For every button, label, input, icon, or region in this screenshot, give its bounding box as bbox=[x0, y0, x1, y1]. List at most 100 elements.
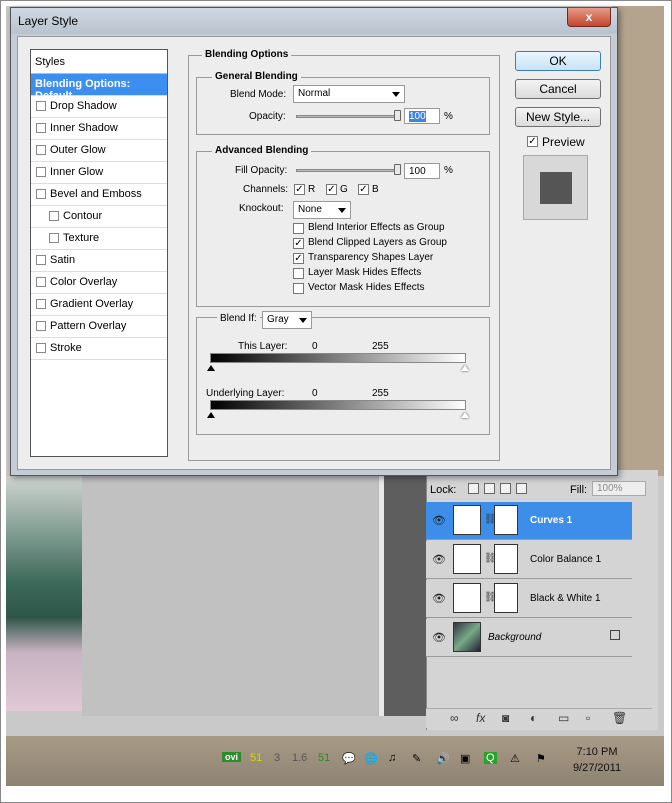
fx-icon[interactable]: fx bbox=[476, 711, 485, 725]
opacity-slider-knob[interactable] bbox=[394, 110, 401, 121]
styles-header[interactable]: Styles bbox=[31, 50, 167, 74]
style-checkbox[interactable] bbox=[36, 277, 46, 287]
layer-row[interactable]: 👁 Background bbox=[426, 619, 632, 657]
underlying-white-slider[interactable] bbox=[461, 412, 469, 418]
mask-icon[interactable]: ◙ bbox=[502, 711, 509, 725]
style-checkbox[interactable] bbox=[36, 299, 46, 309]
style-checkbox[interactable] bbox=[36, 145, 46, 155]
opacity-field[interactable]: 100 bbox=[404, 108, 440, 124]
this-layer-white-slider[interactable] bbox=[461, 365, 469, 371]
fill-opacity-field[interactable]: 100 bbox=[404, 163, 440, 179]
tools-icon[interactable]: ✎ bbox=[412, 752, 421, 765]
cancel-button[interactable]: Cancel bbox=[515, 79, 601, 99]
style-item[interactable]: Blending Options: Default bbox=[31, 74, 167, 102]
blend-if-select[interactable]: Gray bbox=[262, 311, 312, 329]
eye-icon[interactable]: 👁 bbox=[432, 553, 446, 566]
flag-icon[interactable]: ⚑ bbox=[536, 752, 546, 765]
knockout-select[interactable]: None bbox=[293, 201, 351, 219]
volume-icon[interactable]: 🔊 bbox=[436, 752, 450, 765]
style-item[interactable]: Gradient Overlay bbox=[31, 294, 167, 316]
dialog-titlebar[interactable]: Layer Style x bbox=[11, 8, 617, 34]
layer-row[interactable]: 👁 ⛓ Curves 1 bbox=[426, 502, 632, 540]
security-icon[interactable]: ⚠ bbox=[510, 752, 520, 765]
trash-icon[interactable]: 🗑 bbox=[612, 711, 627, 725]
style-item[interactable]: Pattern Overlay bbox=[31, 316, 167, 338]
device-icon[interactable]: ▣ bbox=[460, 752, 470, 765]
adjustment-icon[interactable]: ◐ bbox=[530, 711, 537, 725]
eye-icon[interactable]: 👁 bbox=[432, 514, 446, 527]
style-item[interactable]: Drop Shadow bbox=[31, 96, 167, 118]
layer-thumbnail[interactable] bbox=[453, 622, 481, 652]
blend-if-value: Gray bbox=[267, 314, 289, 325]
style-item[interactable]: Inner Glow bbox=[31, 162, 167, 184]
layer-row[interactable]: 👁 ⛓ Color Balance 1 bbox=[426, 541, 632, 579]
underlying-black-slider[interactable] bbox=[207, 412, 215, 418]
lock-transparent-icon[interactable] bbox=[468, 483, 479, 494]
this-layer-black-slider[interactable] bbox=[207, 365, 215, 371]
lock-all-icon[interactable] bbox=[516, 483, 527, 494]
channel-checkbox[interactable]: ✓ bbox=[294, 184, 305, 195]
style-checkbox[interactable] bbox=[36, 189, 46, 199]
blend-mode-select[interactable]: Normal bbox=[293, 85, 405, 103]
network-icon[interactable]: 🌐 bbox=[364, 752, 378, 765]
underlying-layer-low: 0 bbox=[312, 388, 318, 399]
advanced-option-checkbox[interactable] bbox=[293, 283, 304, 294]
preview-checkbox[interactable]: ✓ bbox=[527, 136, 538, 147]
style-checkbox[interactable] bbox=[49, 211, 59, 221]
layer-thumbnail[interactable] bbox=[453, 583, 481, 613]
layer-row[interactable]: 👁 ⛓ Black & White 1 bbox=[426, 580, 632, 618]
style-checkbox[interactable] bbox=[36, 321, 46, 331]
advanced-option-checkbox[interactable]: ✓ bbox=[293, 238, 304, 249]
lock-image-icon[interactable] bbox=[484, 483, 495, 494]
chat-icon[interactable]: 💬 bbox=[342, 752, 356, 765]
style-checkbox[interactable] bbox=[49, 233, 59, 243]
q-icon[interactable]: Q bbox=[484, 752, 497, 764]
link-icon[interactable]: ∞ bbox=[450, 711, 459, 725]
channel-checkbox[interactable]: ✓ bbox=[326, 184, 337, 195]
layer-name: Curves 1 bbox=[530, 515, 573, 526]
ok-button[interactable]: OK bbox=[515, 51, 601, 71]
advanced-option-checkbox[interactable] bbox=[293, 268, 304, 279]
layer-mask-thumbnail[interactable] bbox=[494, 583, 518, 613]
fill-opacity-slider[interactable] bbox=[296, 169, 400, 172]
style-checkbox[interactable] bbox=[36, 101, 46, 111]
layer-name: Background bbox=[488, 632, 542, 643]
style-item[interactable]: Inner Shadow bbox=[31, 118, 167, 140]
close-button[interactable]: x bbox=[567, 8, 611, 27]
style-item[interactable]: Color Overlay bbox=[31, 272, 167, 294]
new-style-button[interactable]: New Style... bbox=[515, 107, 601, 127]
opacity-slider[interactable] bbox=[296, 115, 400, 118]
advanced-option-checkbox[interactable]: ✓ bbox=[293, 253, 304, 264]
layer-thumbnail[interactable] bbox=[453, 505, 481, 535]
style-checkbox[interactable] bbox=[36, 123, 46, 133]
layer-mask-thumbnail[interactable] bbox=[494, 544, 518, 574]
taskbar bbox=[6, 736, 664, 786]
style-item[interactable]: Satin bbox=[31, 250, 167, 272]
style-item[interactable]: Stroke bbox=[31, 338, 167, 360]
style-checkbox[interactable] bbox=[36, 343, 46, 353]
ovi-icon[interactable]: ovi bbox=[222, 752, 242, 762]
media-icon[interactable]: ♫ bbox=[388, 752, 396, 764]
fill-opacity-slider-knob[interactable] bbox=[394, 164, 401, 175]
style-item[interactable]: Bevel and Emboss bbox=[31, 184, 167, 206]
layer-mask-thumbnail[interactable] bbox=[494, 505, 518, 535]
style-item-label: Gradient Overlay bbox=[50, 298, 134, 310]
document-canvas-image bbox=[6, 476, 82, 711]
style-item[interactable]: Outer Glow bbox=[31, 140, 167, 162]
style-item[interactable]: Texture bbox=[31, 228, 167, 250]
new-layer-icon[interactable]: ▫ bbox=[586, 711, 590, 725]
lock-position-icon[interactable] bbox=[500, 483, 511, 494]
fill-field[interactable]: 100% bbox=[592, 481, 646, 496]
style-item[interactable]: Contour bbox=[31, 206, 167, 228]
folder-icon[interactable]: ▭ bbox=[558, 711, 569, 725]
channel-checkbox[interactable]: ✓ bbox=[358, 184, 369, 195]
layer-thumbnail[interactable] bbox=[453, 544, 481, 574]
taskbar-clock[interactable]: 7:10 PM 9/27/2011 bbox=[570, 744, 624, 776]
channel-label: R bbox=[308, 184, 316, 195]
style-checkbox[interactable] bbox=[36, 167, 46, 177]
eye-icon[interactable]: 👁 bbox=[432, 592, 446, 605]
advanced-option-checkbox[interactable] bbox=[293, 223, 304, 234]
eye-icon[interactable]: 👁 bbox=[432, 631, 446, 644]
style-checkbox[interactable] bbox=[36, 255, 46, 265]
lock-label: Lock: bbox=[430, 484, 457, 496]
